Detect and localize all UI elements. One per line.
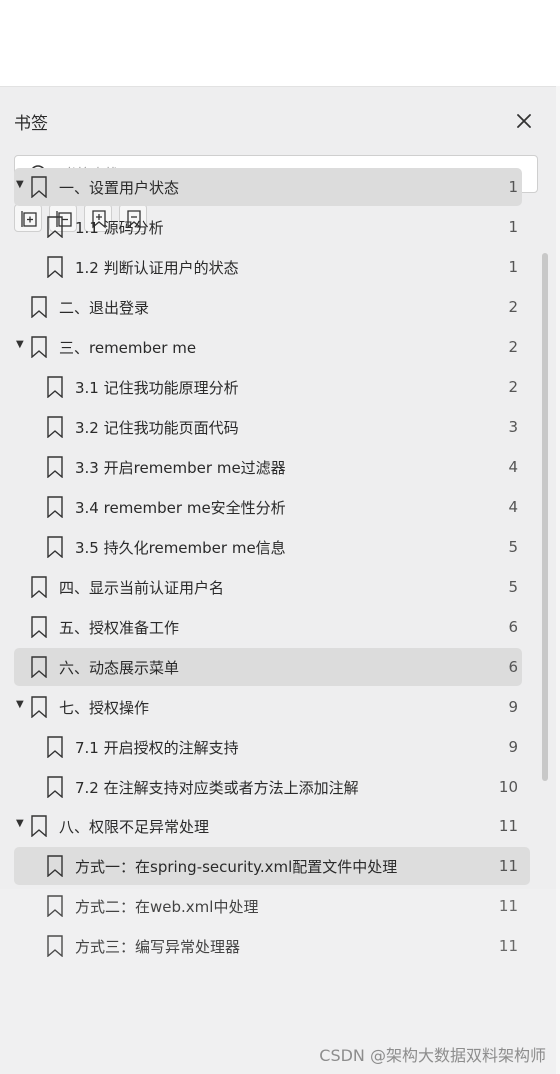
bookmark-page-number: 1 — [508, 258, 518, 276]
bookmark-label: 7.2 在注解支持对应类或者方法上添加注解 — [75, 779, 359, 797]
watermark: CSDN @架构大数据双料架构师 — [319, 1046, 546, 1065]
bookmark-label: 五、授权准备工作 — [59, 619, 180, 637]
bookmark-row[interactable]: ▼ 一、设置用户状态 1 — [0, 167, 540, 207]
bookmark-page-number: 11 — [498, 817, 518, 835]
bookmark-label: 一、设置用户状态 — [59, 179, 180, 197]
bookmark-icon — [31, 336, 47, 358]
bookmark-icon — [31, 656, 47, 678]
bookmark-row[interactable]: 二、退出登录 2 — [0, 287, 540, 327]
bookmark-icon — [47, 536, 63, 558]
bookmark-label: 3.5 持久化remember me信息 — [75, 539, 286, 557]
bookmark-icon — [31, 696, 47, 718]
bookmark-page-number: 10 — [498, 778, 518, 796]
bookmark-page-number: 2 — [508, 378, 518, 396]
bookmark-page-number: 1 — [508, 218, 518, 236]
bookmark-icon — [47, 376, 63, 398]
bookmark-page-number: 5 — [508, 538, 518, 556]
bookmark-label: 二、退出登录 — [59, 299, 150, 317]
bookmark-row[interactable]: 7.1 开启授权的注解支持 9 — [0, 727, 540, 767]
bookmark-row[interactable]: 1.2 判断认证用户的状态 1 — [0, 247, 540, 287]
bookmark-icon — [47, 256, 63, 278]
bookmark-row[interactable]: 3.3 开启remember me过滤器 4 — [0, 447, 540, 487]
bookmark-row[interactable]: ▼ 三、remember me 2 — [0, 327, 540, 367]
bookmark-icon — [47, 456, 63, 478]
bookmark-label: 3.4 remember me安全性分析 — [75, 499, 286, 517]
bookmark-label: 六、动态展示菜单 — [59, 659, 180, 677]
bookmark-row[interactable]: 3.4 remember me安全性分析 4 — [0, 487, 540, 527]
bookmark-icon — [47, 736, 63, 758]
bookmark-row[interactable]: 方式一：在spring-security.xml配置文件中处理 11 — [0, 846, 540, 886]
bookmark-label: 方式一：在spring-security.xml配置文件中处理 — [75, 858, 398, 876]
bookmark-icon — [47, 855, 63, 877]
bookmark-icon — [31, 296, 47, 318]
bookmark-page-number: 3 — [508, 418, 518, 436]
bookmark-page-number: 2 — [508, 338, 518, 356]
bookmark-page-number: 4 — [508, 498, 518, 516]
bookmark-icon — [47, 216, 63, 238]
bookmark-row[interactable]: ▼ 七、授权操作 9 — [0, 687, 540, 727]
bookmark-row[interactable]: 五、授权准备工作 6 — [0, 607, 540, 647]
bookmark-label: 3.3 开启remember me过滤器 — [75, 459, 286, 477]
panel-title: 书签 — [14, 114, 48, 134]
bookmark-page-number: 11 — [498, 857, 518, 875]
bookmark-page-number: 4 — [508, 458, 518, 476]
bookmark-label: 1.2 判断认证用户的状态 — [75, 259, 239, 277]
bookmark-row[interactable]: 四、显示当前认证用户名 5 — [0, 567, 540, 607]
bookmark-row[interactable]: 1.1 源码分析 1 — [0, 207, 540, 247]
bookmark-label: 三、remember me — [59, 339, 197, 357]
expand-caret-icon[interactable]: ▼ — [16, 819, 26, 829]
bookmark-icon — [47, 776, 63, 798]
bookmark-row[interactable]: 3.1 记住我功能原理分析 2 — [0, 367, 540, 407]
bookmark-page-number: 9 — [508, 698, 518, 716]
bookmark-icon — [31, 616, 47, 638]
bookmark-label: 7.1 开启授权的注解支持 — [75, 739, 239, 757]
bookmark-page-number: 1 — [508, 178, 518, 196]
expand-caret-icon[interactable]: ▼ — [16, 180, 26, 190]
bookmark-row[interactable]: ▼ 八、权限不足异常处理 11 — [0, 806, 540, 846]
bookmark-row[interactable]: 7.2 在注解支持对应类或者方法上添加注解 10 — [0, 767, 540, 807]
bookmark-icon — [47, 496, 63, 518]
bookmark-row[interactable]: 3.5 持久化remember me信息 5 — [0, 527, 540, 567]
bookmark-icon — [31, 176, 47, 198]
bookmark-label: 四、显示当前认证用户名 — [59, 579, 225, 597]
bookmark-icon — [31, 815, 47, 837]
expand-caret-icon[interactable]: ▼ — [16, 340, 26, 350]
bookmark-page-number: 9 — [508, 738, 518, 756]
bookmark-row[interactable]: 3.2 记住我功能页面代码 3 — [0, 407, 540, 447]
bookmark-page-number: 6 — [508, 618, 518, 636]
bookmark-label: 3.1 记住我功能原理分析 — [75, 379, 239, 397]
expand-caret-icon[interactable]: ▼ — [16, 700, 26, 710]
bookmark-page-number: 2 — [508, 298, 518, 316]
bookmark-icon — [31, 576, 47, 598]
close-icon — [517, 114, 531, 128]
bookmark-icon — [47, 416, 63, 438]
bookmark-label: 七、授权操作 — [59, 699, 150, 717]
bookmark-label: 八、权限不足异常处理 — [59, 818, 210, 836]
bookmark-page-number: 5 — [508, 578, 518, 596]
bookmark-label: 3.2 记住我功能页面代码 — [75, 419, 239, 437]
bookmark-label: 1.1 源码分析 — [75, 219, 164, 237]
scrollbar-thumb[interactable] — [542, 253, 548, 781]
close-button[interactable] — [512, 109, 536, 133]
bookmark-row[interactable]: 六、动态展示菜单 6 — [0, 647, 540, 687]
bookmark-page-number: 6 — [508, 658, 518, 676]
